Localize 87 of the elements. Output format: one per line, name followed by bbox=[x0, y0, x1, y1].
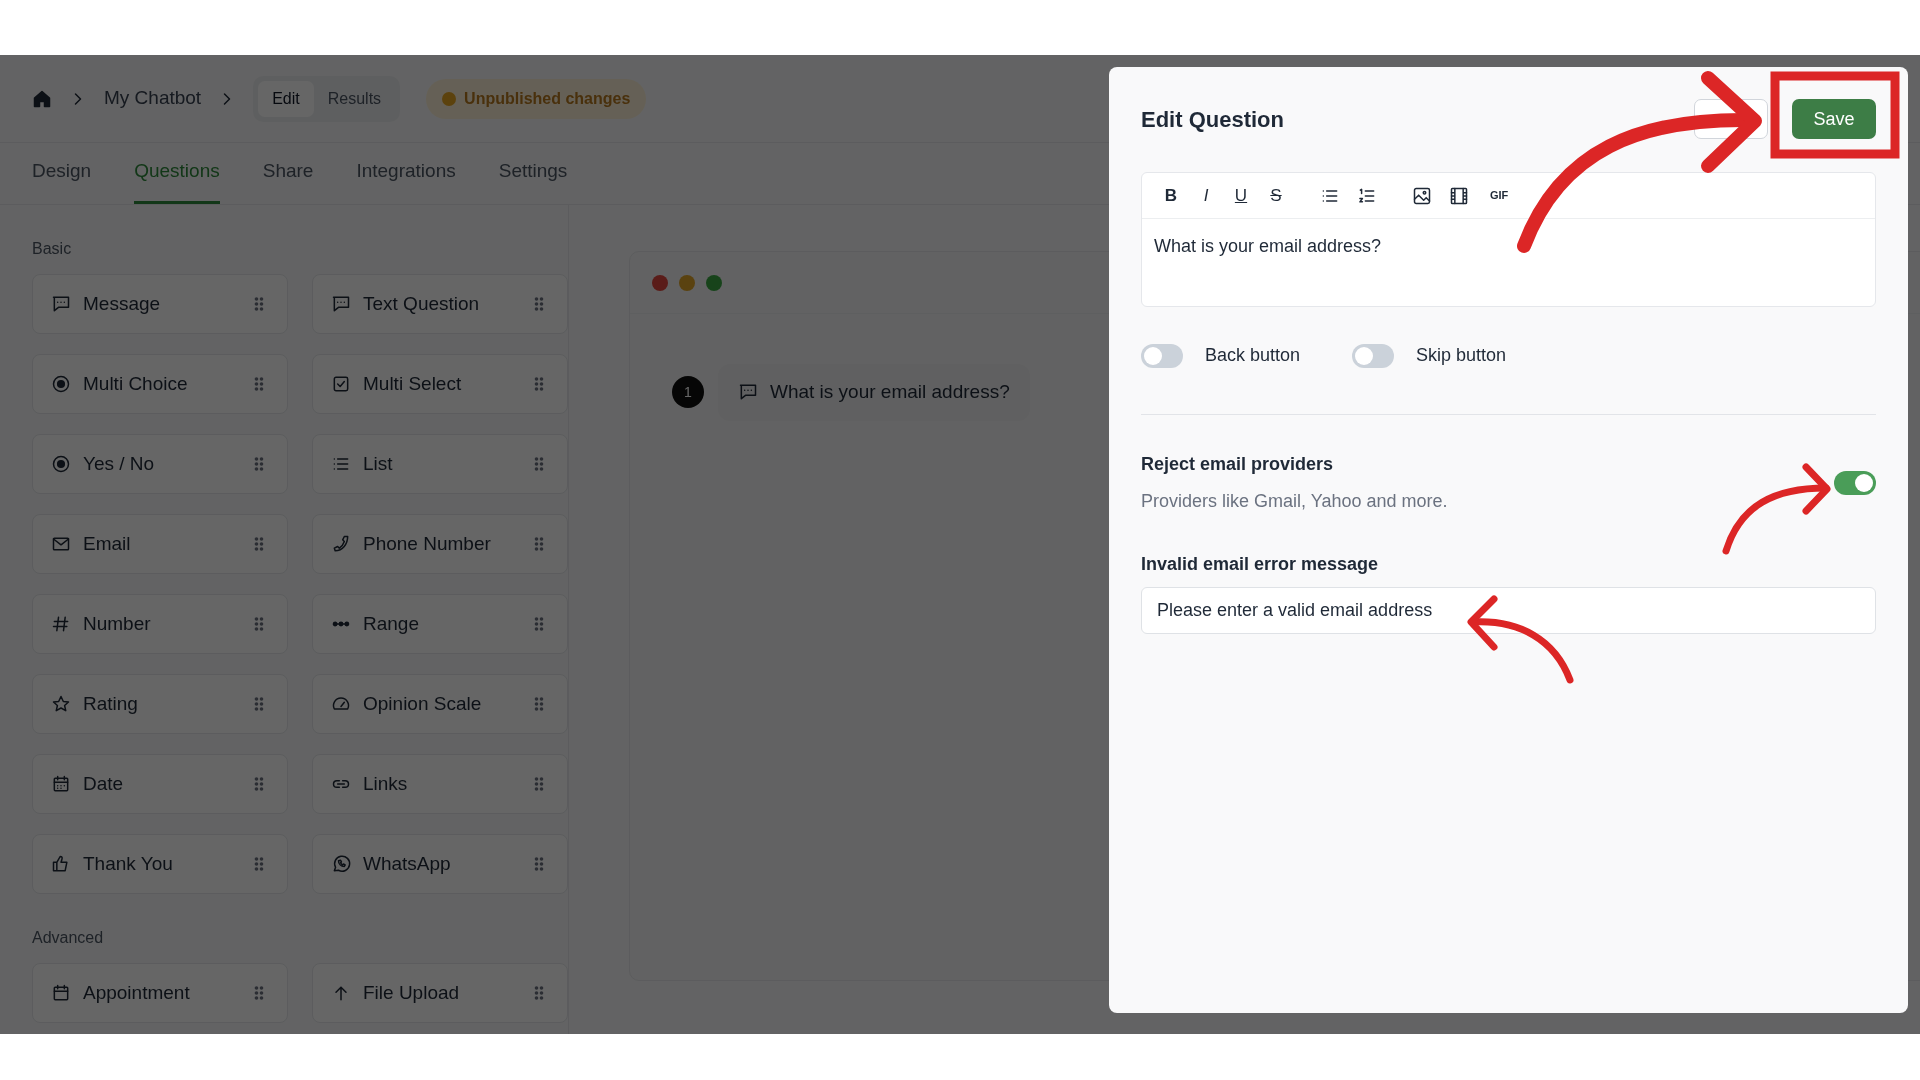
calendar-icon bbox=[51, 983, 71, 1003]
item-label: Multi Select bbox=[363, 371, 463, 396]
item-label: Number bbox=[83, 611, 152, 636]
question-type-item[interactable]: Appointment bbox=[32, 963, 288, 1023]
item-label: Email bbox=[83, 531, 132, 556]
item-label: List bbox=[363, 451, 394, 476]
checkbox-icon bbox=[331, 374, 351, 394]
question-type-item[interactable]: Range bbox=[312, 594, 568, 654]
item-label: File Upload bbox=[363, 980, 461, 1005]
whatsapp-icon bbox=[331, 854, 351, 874]
toggle-switch[interactable] bbox=[1141, 343, 1183, 368]
envelope-icon bbox=[51, 534, 71, 554]
format-button[interactable]: S bbox=[1267, 187, 1285, 204]
star-icon bbox=[51, 694, 71, 714]
breadcrumb-link[interactable]: My Chatbot bbox=[104, 84, 202, 113]
nav-tab[interactable]: Settings bbox=[498, 142, 568, 204]
question-type-item[interactable]: Thank You bbox=[32, 834, 288, 894]
format-button[interactable]: U bbox=[1232, 187, 1250, 204]
setting-hint: Providers like Gmail, Yahoo and more. bbox=[1141, 490, 1448, 513]
thumbs-up-icon bbox=[51, 854, 71, 874]
question-type-item[interactable]: File Upload bbox=[312, 963, 568, 1023]
calendar-icon bbox=[51, 774, 71, 794]
window-dot bbox=[652, 274, 668, 291]
item-label: Thank You bbox=[83, 851, 174, 876]
field-label: Invalid email error message bbox=[1141, 553, 1380, 576]
question-type-item[interactable]: Yes / No bbox=[32, 434, 288, 494]
window-dot bbox=[706, 274, 722, 291]
toggle-label: Back button bbox=[1205, 344, 1301, 367]
error-message-field[interactable]: Please enter a valid email address bbox=[1141, 587, 1876, 634]
toggle-switch[interactable] bbox=[1834, 471, 1876, 495]
item-label: Date bbox=[83, 771, 125, 796]
section-heading: Advanced bbox=[32, 928, 105, 948]
question-type-item[interactable]: Rating bbox=[32, 674, 288, 734]
dialog-title: Edit Question bbox=[1141, 105, 1284, 134]
rich-text-editor[interactable]: B I U S GIF What is your email address? bbox=[1141, 172, 1876, 307]
step-number: 1 bbox=[672, 376, 704, 409]
question-type-item[interactable]: Links bbox=[312, 754, 568, 814]
radio-icon bbox=[51, 374, 71, 394]
item-label: Links bbox=[363, 771, 409, 796]
item-label: Rating bbox=[83, 691, 139, 716]
item-label: Multi Choice bbox=[83, 371, 189, 396]
toggle-switch[interactable] bbox=[1352, 343, 1395, 368]
speech-bubble-icon bbox=[51, 294, 71, 314]
speech-bubble-icon bbox=[331, 294, 351, 314]
question-type-item[interactable]: Message bbox=[32, 274, 288, 334]
phone-icon bbox=[331, 534, 351, 554]
editor-text: What is your email address? bbox=[1153, 235, 1383, 258]
item-label: WhatsApp bbox=[363, 851, 452, 876]
home-icon bbox=[32, 88, 52, 109]
hash-icon bbox=[51, 614, 71, 634]
section-heading: Basic bbox=[32, 239, 73, 259]
question-type-item[interactable]: Email bbox=[32, 514, 288, 574]
question-type-item[interactable]: Opinion Scale bbox=[312, 674, 568, 734]
toggle-label: Skip button bbox=[1416, 344, 1507, 367]
view-tab[interactable]: Edit bbox=[258, 80, 314, 117]
item-label: Message bbox=[83, 291, 162, 316]
item-label: Opinion Scale bbox=[363, 691, 483, 716]
question-type-item[interactable]: Number bbox=[32, 594, 288, 654]
question-type-item[interactable]: Multi Choice bbox=[32, 354, 288, 414]
question-type-item[interactable]: Phone Number bbox=[312, 514, 568, 574]
nav-tab[interactable]: Share bbox=[262, 142, 314, 204]
item-label: Phone Number bbox=[363, 531, 492, 556]
question-text: What is your email address? bbox=[770, 380, 1010, 404]
format-button[interactable]: I bbox=[1197, 187, 1215, 204]
question-type-item[interactable]: List bbox=[312, 434, 568, 494]
item-label: Appointment bbox=[83, 980, 191, 1005]
nav-tab[interactable]: Design bbox=[32, 142, 92, 204]
radio-icon bbox=[51, 454, 71, 474]
status-dot bbox=[442, 91, 457, 106]
question-type-item[interactable]: WhatsApp bbox=[312, 834, 568, 894]
save-button[interactable]: Save bbox=[1792, 99, 1876, 139]
nav-tab[interactable]: Integrations bbox=[356, 142, 456, 204]
item-label: Range bbox=[363, 611, 420, 636]
gif-button[interactable]: GIF bbox=[1490, 190, 1509, 201]
question-type-item[interactable]: Multi Select bbox=[312, 354, 568, 414]
item-label: Yes / No bbox=[83, 451, 156, 476]
window-dot bbox=[679, 274, 695, 291]
status-text: Unpublished changes bbox=[464, 88, 631, 109]
question-type-item[interactable]: Text Question bbox=[312, 274, 568, 334]
nav-tab[interactable]: Questions bbox=[134, 142, 220, 204]
film-icon bbox=[1449, 185, 1469, 206]
image-icon bbox=[1412, 185, 1432, 206]
question-type-item[interactable]: Date bbox=[32, 754, 288, 814]
view-tab[interactable]: Results bbox=[313, 80, 396, 117]
item-label: Text Question bbox=[363, 291, 481, 316]
setting-label: Reject email providers bbox=[1141, 453, 1335, 476]
format-button[interactable]: B bbox=[1162, 187, 1180, 204]
